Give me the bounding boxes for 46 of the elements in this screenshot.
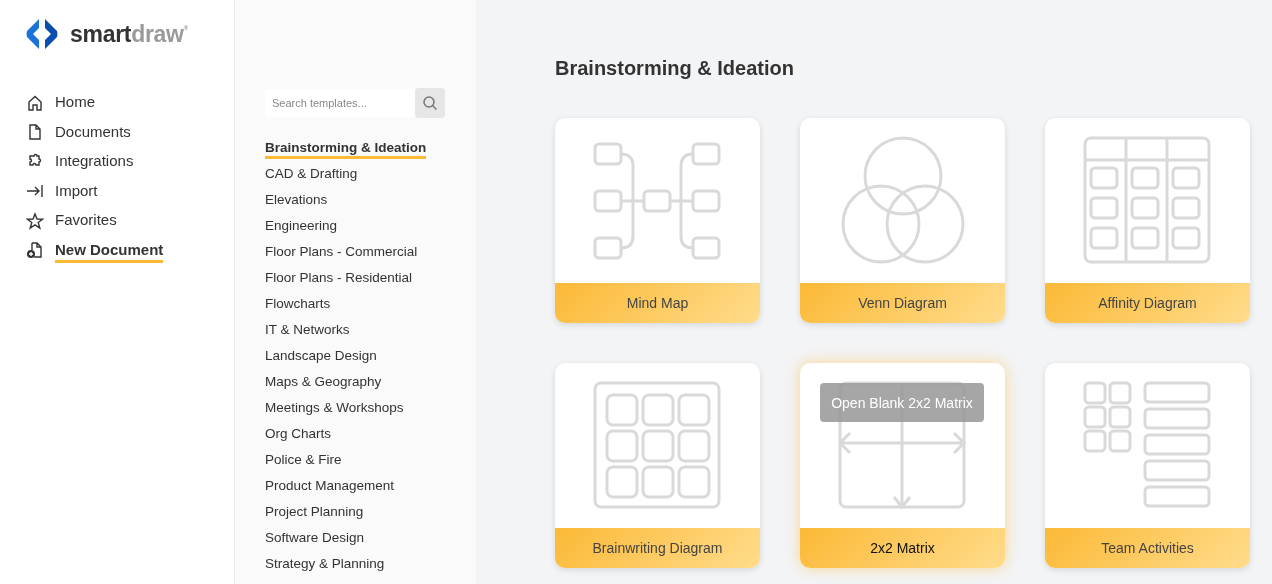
category-link[interactable]: Engineering bbox=[265, 217, 338, 237]
category-link[interactable]: Elevations bbox=[265, 191, 328, 211]
nav-item[interactable]: Home bbox=[26, 91, 234, 115]
template-card[interactable]: Open Blank 2x2 Matrix 2x2 Matrix bbox=[800, 363, 1005, 568]
category-link[interactable]: Strategy & Planning bbox=[265, 555, 385, 575]
template-card[interactable]: Affinity Diagram bbox=[1045, 118, 1250, 323]
new-document-icon bbox=[26, 241, 44, 260]
category-link[interactable]: Maps & Geography bbox=[265, 373, 382, 393]
nav-item[interactable]: Documents bbox=[26, 120, 234, 144]
category-link[interactable]: Floor Plans - Residential bbox=[265, 269, 413, 289]
search-icon bbox=[422, 95, 438, 111]
logo-icon bbox=[26, 18, 58, 50]
category-link[interactable]: Floor Plans - Commercial bbox=[265, 243, 418, 263]
document-icon bbox=[26, 123, 44, 142]
template-label: 2x2 Matrix bbox=[870, 540, 935, 556]
category-link[interactable]: CAD & Drafting bbox=[265, 165, 358, 185]
template-card[interactable]: Team Activities bbox=[1045, 363, 1250, 568]
category-link[interactable]: Brainstorming & Ideation bbox=[265, 139, 427, 159]
template-label: Brainwriting Diagram bbox=[592, 540, 723, 556]
category-link[interactable]: Project Planning bbox=[265, 503, 364, 523]
nav-item[interactable]: Favorites bbox=[26, 209, 234, 233]
template-card[interactable]: Brainwriting Diagram bbox=[555, 363, 760, 568]
nav-item[interactable]: New Document bbox=[26, 238, 234, 262]
section-heading: Brainstorming & Ideation bbox=[555, 57, 795, 80]
template-label: Team Activities bbox=[1101, 540, 1194, 556]
search-button[interactable] bbox=[415, 88, 445, 118]
template-label: Affinity Diagram bbox=[1098, 295, 1197, 311]
tooltip: Open Blank 2x2 Matrix bbox=[820, 383, 984, 422]
star-icon bbox=[26, 211, 44, 230]
category-link[interactable]: IT & Networks bbox=[265, 321, 350, 341]
nav-item[interactable]: Integrations bbox=[26, 150, 234, 174]
category-link[interactable]: Meetings & Workshops bbox=[265, 399, 404, 419]
category-link[interactable]: Landscape Design bbox=[265, 347, 377, 367]
category-link[interactable]: Police & Fire bbox=[265, 451, 342, 471]
template-label: Mind Map bbox=[626, 295, 689, 311]
template-card[interactable]: Venn Diagram bbox=[800, 118, 1005, 323]
category-link[interactable]: Flowcharts bbox=[265, 295, 331, 315]
category-link[interactable]: Product Management bbox=[265, 477, 395, 497]
category-link[interactable]: Software Design bbox=[265, 529, 365, 549]
template-card[interactable]: Mind Map bbox=[555, 118, 760, 323]
logo-text: smartdraw$^{®}$ bbox=[70, 20, 188, 48]
home-icon bbox=[26, 93, 44, 112]
search-field[interactable]: Search templates... bbox=[265, 89, 415, 117]
template-label: Venn Diagram bbox=[858, 295, 947, 311]
category-link[interactable]: Org Charts bbox=[265, 425, 332, 445]
nav-item[interactable]: Import bbox=[26, 179, 234, 203]
